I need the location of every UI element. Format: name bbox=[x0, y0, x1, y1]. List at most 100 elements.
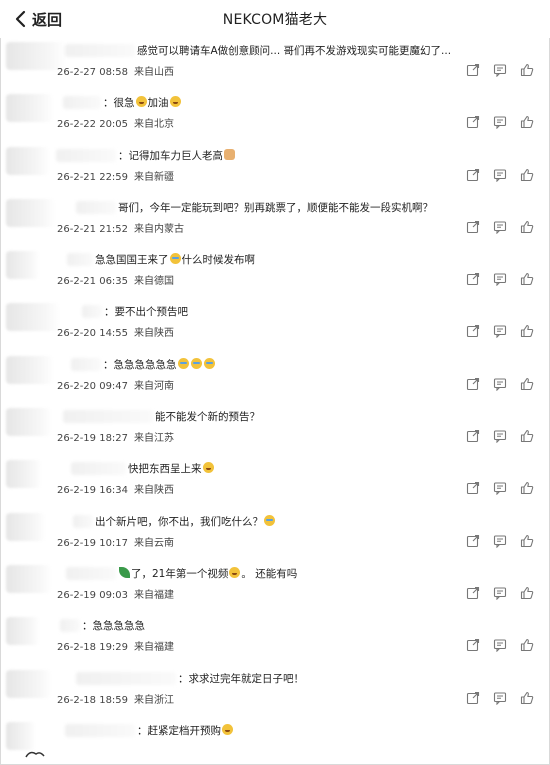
avatar[interactable] bbox=[6, 669, 52, 698]
share-button[interactable] bbox=[466, 638, 480, 652]
comment-icon bbox=[493, 429, 507, 444]
like-button[interactable] bbox=[520, 272, 534, 286]
comment-body: ：记得加车力巨人老高 bbox=[118, 149, 223, 162]
reply-button[interactable] bbox=[493, 324, 507, 339]
share-button[interactable] bbox=[466, 168, 480, 182]
like-button[interactable] bbox=[520, 638, 534, 652]
reply-button[interactable] bbox=[493, 115, 507, 130]
reply-button[interactable] bbox=[493, 481, 507, 496]
leaf-emoji-icon bbox=[119, 566, 130, 578]
share-button[interactable] bbox=[466, 220, 480, 234]
comment-text: ：记得加车力巨人老高 bbox=[118, 148, 236, 163]
comment-item: 感觉可以聘请车A做创意顾问... 哥们再不发游戏现实可能更魔幻了... 26-2-… bbox=[0, 38, 550, 90]
like-button[interactable] bbox=[520, 168, 534, 182]
reply-button[interactable] bbox=[493, 534, 507, 548]
username-redacted[interactable] bbox=[63, 96, 101, 110]
reply-button[interactable] bbox=[493, 586, 507, 600]
comment-text: ：急急急急急 bbox=[82, 618, 145, 633]
share-button[interactable] bbox=[466, 324, 480, 338]
like-button[interactable] bbox=[520, 586, 534, 600]
like-button[interactable] bbox=[520, 481, 534, 495]
comment-body-continued: 。 还能有吗 bbox=[241, 567, 298, 580]
comment-icon bbox=[493, 324, 507, 339]
username-redacted[interactable] bbox=[63, 410, 153, 424]
username-redacted[interactable] bbox=[76, 200, 116, 214]
like-button[interactable] bbox=[520, 377, 534, 391]
like-icon bbox=[520, 377, 534, 391]
username-redacted[interactable] bbox=[56, 148, 116, 162]
username-redacted[interactable] bbox=[65, 44, 135, 57]
avatar[interactable] bbox=[6, 146, 50, 175]
comment-item: 能不能发个新的预告？ 26-2-19 18:27 来自江苏 bbox=[0, 404, 550, 456]
comment-meta: 26-2-19 18:27 来自江苏 bbox=[57, 429, 174, 444]
comment-actions bbox=[466, 481, 534, 496]
reply-button[interactable] bbox=[493, 220, 507, 234]
comment-text: 感觉可以聘请车A做创意顾问... 哥们再不发游戏现实可能更魔幻了... bbox=[137, 43, 451, 58]
avatar[interactable] bbox=[6, 460, 42, 489]
reply-button[interactable] bbox=[493, 272, 507, 287]
avatar[interactable] bbox=[6, 94, 54, 123]
comment-location: 来自福建 bbox=[134, 589, 175, 601]
reply-button[interactable] bbox=[493, 638, 507, 653]
reply-button[interactable] bbox=[493, 377, 507, 391]
comment-list: 感觉可以聘请车A做创意顾问... 哥们再不发游戏现实可能更魔幻了... 26-2-… bbox=[0, 38, 550, 765]
comment-meta: 26-2-19 10:17 来自云南 bbox=[57, 534, 174, 549]
like-button[interactable] bbox=[520, 691, 534, 705]
share-button[interactable] bbox=[466, 63, 480, 77]
share-button[interactable] bbox=[466, 534, 480, 548]
share-button[interactable] bbox=[466, 691, 480, 705]
avatar[interactable] bbox=[6, 564, 52, 593]
share-button[interactable] bbox=[466, 115, 480, 129]
share-button[interactable] bbox=[466, 272, 480, 286]
username-redacted[interactable] bbox=[82, 305, 102, 319]
comment-location: 来自福建 bbox=[134, 642, 175, 654]
comment-actions bbox=[466, 63, 534, 77]
share-icon bbox=[466, 691, 480, 705]
comment-timestamp: 26-2-27 08:58 bbox=[57, 67, 129, 78]
comment-body: ：要不出个预告吧 bbox=[104, 306, 188, 319]
reply-button[interactable] bbox=[493, 691, 507, 705]
like-button[interactable] bbox=[520, 115, 534, 129]
comment-meta: 26-2-21 21:52 来自内蒙古 bbox=[57, 220, 184, 235]
like-button[interactable] bbox=[520, 534, 534, 548]
comment-icon bbox=[493, 534, 507, 548]
avatar[interactable] bbox=[6, 512, 46, 541]
like-button[interactable] bbox=[520, 63, 534, 77]
reply-button[interactable] bbox=[493, 63, 507, 77]
comment-text: ：赶紧定档开预购 bbox=[137, 723, 234, 738]
avatar[interactable] bbox=[6, 617, 40, 646]
avatar[interactable] bbox=[6, 408, 52, 437]
avatar[interactable] bbox=[6, 303, 60, 332]
username-redacted[interactable] bbox=[76, 671, 176, 685]
comment-meta: 26-2-21 22:59 来自新疆 bbox=[57, 168, 174, 183]
like-button[interactable] bbox=[520, 220, 534, 234]
comment-timestamp: 26-2-21 21:52 bbox=[57, 223, 129, 235]
comment-meta: 26-2-27 08:58 来自山西 bbox=[57, 63, 174, 78]
comment-item: 快把东西呈上来 26-2-19 16:34 来自陕西 bbox=[0, 456, 550, 508]
username-redacted[interactable] bbox=[66, 566, 116, 580]
username-redacted[interactable] bbox=[67, 253, 93, 267]
avatar[interactable] bbox=[6, 355, 54, 384]
comment-timestamp: 26-2-21 06:35 bbox=[57, 276, 129, 288]
username-redacted[interactable] bbox=[60, 619, 80, 633]
share-icon bbox=[466, 429, 480, 443]
username-redacted[interactable] bbox=[71, 462, 126, 476]
like-button[interactable] bbox=[520, 429, 534, 443]
share-button[interactable] bbox=[466, 377, 480, 391]
comment-text: 急急国国王来了 什么时候发布啊 bbox=[95, 252, 255, 267]
share-button[interactable] bbox=[466, 481, 480, 495]
username-redacted[interactable] bbox=[73, 514, 93, 528]
like-button[interactable] bbox=[520, 324, 534, 338]
username-redacted[interactable] bbox=[71, 357, 101, 371]
avatar[interactable] bbox=[6, 198, 56, 227]
reply-button[interactable] bbox=[493, 168, 507, 182]
comment-body: 感觉可以聘请车A做创意顾问... 哥们再不发游戏现实可能更魔幻了... bbox=[137, 45, 452, 57]
reply-button[interactable] bbox=[493, 429, 507, 444]
share-icon bbox=[466, 481, 480, 495]
comment-location: 来自江苏 bbox=[134, 433, 175, 445]
avatar[interactable] bbox=[6, 251, 40, 280]
share-button[interactable] bbox=[466, 429, 480, 443]
username-redacted[interactable] bbox=[65, 723, 135, 737]
comment-icon bbox=[493, 638, 507, 653]
share-button[interactable] bbox=[466, 586, 480, 600]
